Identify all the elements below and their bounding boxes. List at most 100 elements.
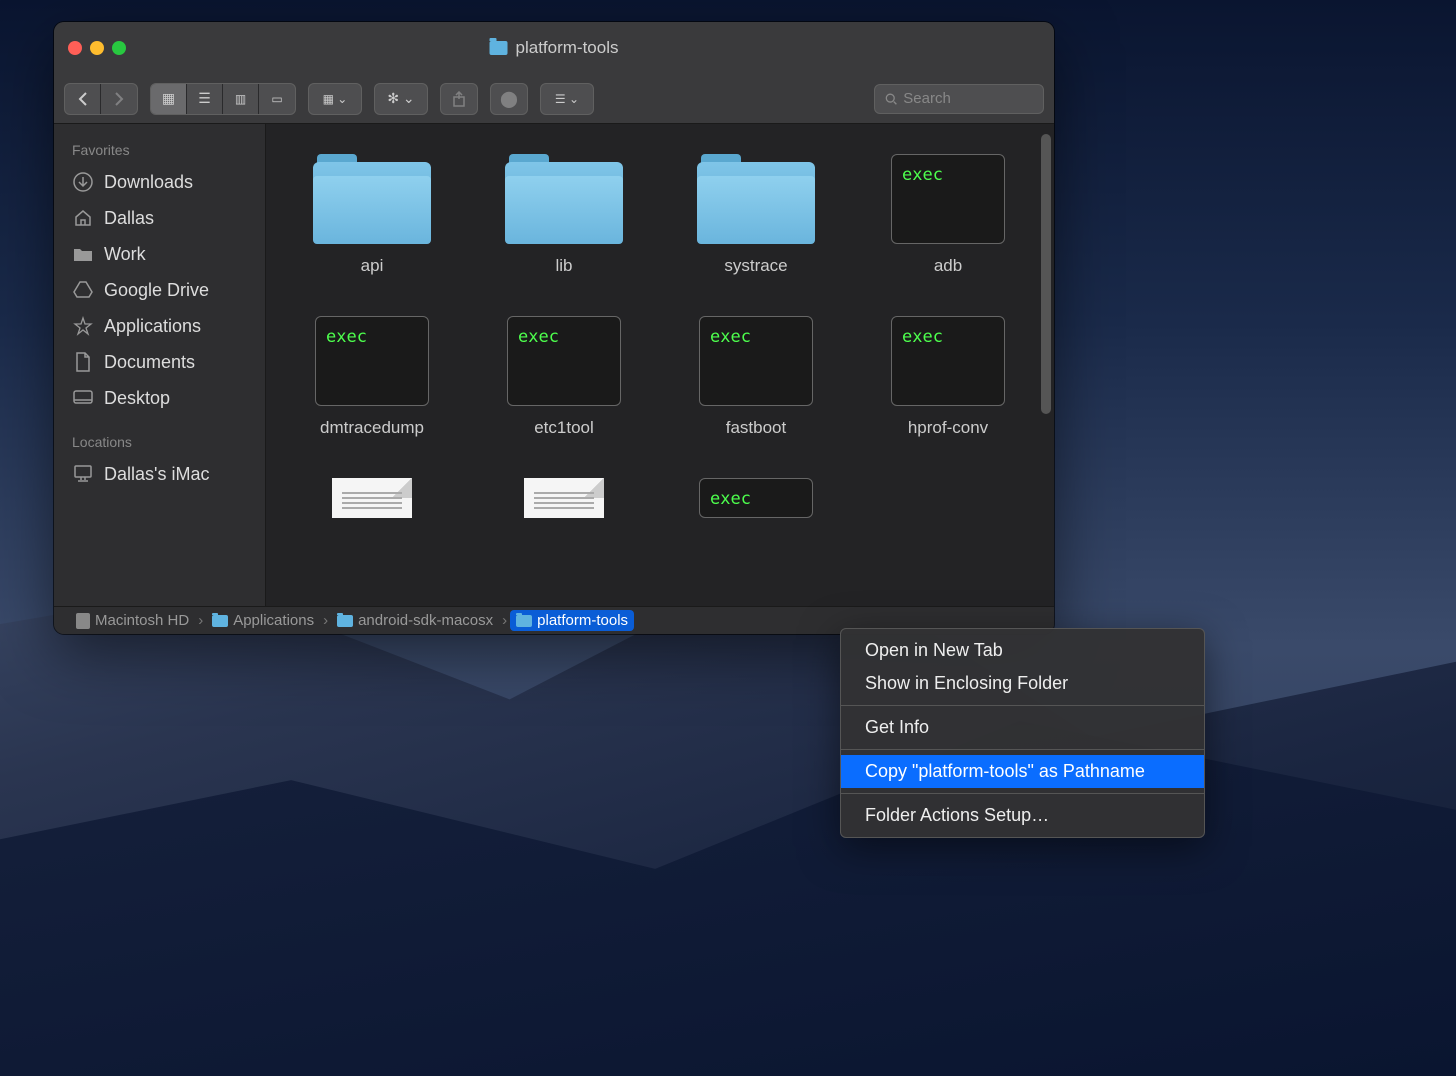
folder-icon — [490, 41, 508, 55]
desktop-icon — [72, 387, 94, 409]
document-icon — [524, 478, 604, 518]
file-item-lib[interactable]: lib — [478, 154, 650, 276]
breadcrumb-macintosh-hd[interactable]: Macintosh HD — [70, 610, 195, 631]
search-input[interactable] — [903, 90, 1033, 107]
folder-icon — [337, 615, 353, 627]
file-item-api[interactable]: api — [286, 154, 458, 276]
file-item-partial[interactable] — [478, 478, 650, 518]
search-icon — [885, 92, 897, 106]
file-item-hprof-conv[interactable]: exec hprof-conv — [862, 316, 1034, 438]
gallery-view-button[interactable]: ▭ — [259, 84, 295, 114]
search-field[interactable] — [874, 84, 1044, 114]
doc-icon — [72, 351, 94, 373]
document-icon — [332, 478, 412, 518]
folder-icon — [516, 615, 532, 627]
file-item-partial[interactable]: exec — [670, 478, 842, 518]
breadcrumb-label: Macintosh HD — [95, 612, 189, 629]
sidebar-header-favorites: Favorites — [54, 136, 265, 164]
folder-icon — [212, 615, 228, 627]
arrange-button[interactable]: ▦ ⌄ — [309, 84, 361, 114]
house-icon — [72, 207, 94, 229]
sidebar-item-documents[interactable]: Documents — [54, 344, 265, 380]
window-title: platform-tools — [490, 38, 619, 58]
file-label: lib — [555, 256, 572, 276]
chevron-right-icon: › — [198, 612, 203, 629]
breadcrumb-android-sdk[interactable]: android-sdk-macosx — [331, 610, 499, 631]
file-item-systrace[interactable]: systrace — [670, 154, 842, 276]
menu-item-open-new-tab[interactable]: Open in New Tab — [841, 634, 1204, 667]
breadcrumb-applications[interactable]: Applications — [206, 610, 320, 631]
sidebar-item-home[interactable]: Dallas — [54, 200, 265, 236]
menu-item-copy-pathname[interactable]: Copy "platform-tools" as Pathname — [841, 755, 1204, 788]
tag-group: ⬤ — [490, 83, 528, 115]
folder-icon — [505, 154, 623, 244]
file-grid[interactable]: api lib systrace exec adb exec dmtracedu… — [266, 124, 1054, 606]
sidebar: Favorites Downloads Dallas Work Google D… — [54, 124, 266, 606]
folder-icon — [697, 154, 815, 244]
titlebar[interactable]: platform-tools — [54, 22, 1054, 74]
scrollbar[interactable] — [1038, 124, 1054, 606]
maximize-button[interactable] — [112, 41, 126, 55]
file-label: fastboot — [726, 418, 787, 438]
file-label: adb — [934, 256, 962, 276]
file-label: hprof-conv — [908, 418, 988, 438]
icon-view-button[interactable]: ▦ — [151, 84, 187, 114]
nav-buttons — [64, 83, 138, 115]
back-button[interactable] — [65, 84, 101, 114]
sidebar-item-gdrive[interactable]: Google Drive — [54, 272, 265, 308]
breadcrumb-label: Applications — [233, 612, 314, 629]
sidebar-item-applications[interactable]: Applications — [54, 308, 265, 344]
breadcrumb-platform-tools[interactable]: platform-tools — [510, 610, 634, 631]
context-menu: Open in New Tab Show in Enclosing Folder… — [840, 628, 1205, 838]
sidebar-item-label: Downloads — [104, 172, 193, 193]
sidebar-item-desktop[interactable]: Desktop — [54, 380, 265, 416]
traffic-lights — [68, 41, 126, 55]
imac-icon — [72, 463, 94, 485]
sidebar-item-imac[interactable]: Dallas's iMac — [54, 456, 265, 492]
list-view-button[interactable]: ☰ — [187, 84, 223, 114]
file-label: systrace — [724, 256, 787, 276]
menu-item-show-enclosing[interactable]: Show in Enclosing Folder — [841, 667, 1204, 700]
exec-icon: exec — [891, 154, 1005, 244]
file-item-dmtracedump[interactable]: exec dmtracedump — [286, 316, 458, 438]
forward-button[interactable] — [101, 84, 137, 114]
folder-icon — [313, 154, 431, 244]
chevron-right-icon: › — [502, 612, 507, 629]
file-item-adb[interactable]: exec adb — [862, 154, 1034, 276]
file-label: etc1tool — [534, 418, 594, 438]
sidebar-item-label: Dallas's iMac — [104, 464, 209, 485]
file-label: dmtracedump — [320, 418, 424, 438]
gdrive-icon — [72, 279, 94, 301]
sidebar-item-label: Applications — [104, 316, 201, 337]
download-icon — [72, 171, 94, 193]
sidebar-item-downloads[interactable]: Downloads — [54, 164, 265, 200]
column-view-button[interactable]: ▥ — [223, 84, 259, 114]
scrollbar-thumb[interactable] — [1041, 134, 1051, 414]
menu-item-get-info[interactable]: Get Info — [841, 711, 1204, 744]
close-button[interactable] — [68, 41, 82, 55]
file-item-etc1tool[interactable]: exec etc1tool — [478, 316, 650, 438]
breadcrumb-label: android-sdk-macosx — [358, 612, 493, 629]
sidebar-header-locations: Locations — [54, 428, 265, 456]
exec-icon: exec — [891, 316, 1005, 406]
share-button[interactable] — [441, 84, 477, 114]
breadcrumb-label: platform-tools — [537, 612, 628, 629]
menu-separator — [841, 705, 1204, 706]
file-item-partial[interactable] — [286, 478, 458, 518]
tag-button[interactable]: ⬤ — [491, 84, 527, 114]
exec-icon: exec — [699, 478, 813, 518]
action-button[interactable]: ✻ ⌄ — [375, 84, 427, 114]
file-item-fastboot[interactable]: exec fastboot — [670, 316, 842, 438]
menu-separator — [841, 793, 1204, 794]
sidebar-item-label: Work — [104, 244, 146, 265]
sidebar-item-work[interactable]: Work — [54, 236, 265, 272]
dropdown-button[interactable]: ☰ ⌄ — [541, 84, 593, 114]
exec-icon: exec — [507, 316, 621, 406]
menu-item-folder-actions[interactable]: Folder Actions Setup… — [841, 799, 1204, 832]
exec-icon: exec — [699, 316, 813, 406]
finder-window: platform-tools ▦ ☰ ▥ ▭ ▦ ⌄ ✻ ⌄ ⬤ ☰ ⌄ — [54, 22, 1054, 634]
sidebar-item-label: Desktop — [104, 388, 170, 409]
sidebar-item-label: Documents — [104, 352, 195, 373]
minimize-button[interactable] — [90, 41, 104, 55]
dropdown-group: ☰ ⌄ — [540, 83, 594, 115]
